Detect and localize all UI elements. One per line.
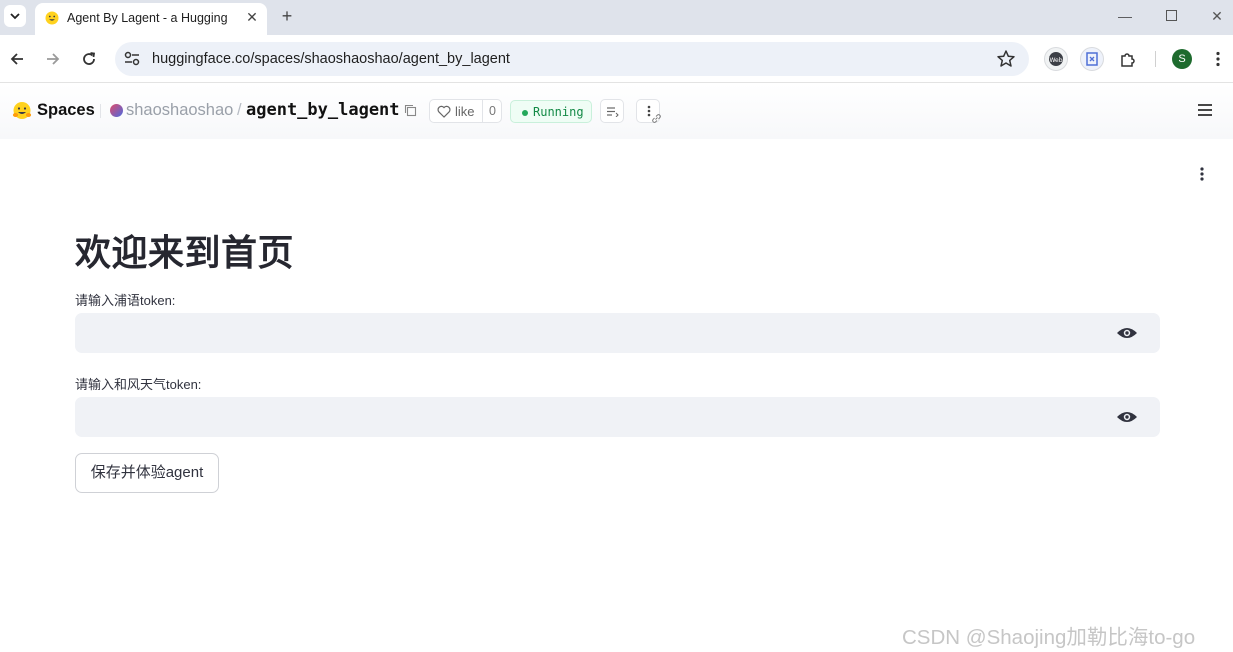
weather-token-label: 请输入和风天气token: [75,377,202,392]
status-dot [522,110,528,116]
browser-tab[interactable]: Agent By Lagent - a Hugging ✕ [35,3,267,35]
space-header: Spaces shaoshaoshao / agent_by_lagent li… [0,84,1233,139]
owner-avatar [110,104,123,117]
hamburger-menu-icon[interactable] [1197,103,1213,117]
toolbar-divider [1155,51,1156,67]
site-settings-icon[interactable] [123,50,141,68]
hugging-face-logo-icon[interactable] [12,101,32,121]
maximize-icon[interactable] [1161,6,1181,26]
close-tab-icon[interactable]: ✕ [244,9,260,25]
show-password-icon[interactable] [1116,410,1138,424]
forward-button[interactable] [43,49,63,69]
extensions-button[interactable] [1118,49,1138,69]
puzzle-icon [1121,53,1135,67]
like-button[interactable]: like 0 [429,99,502,123]
puyu-token-input[interactable] [75,313,1160,353]
copy-icon[interactable] [404,104,417,117]
minimize-icon[interactable]: — [1115,6,1135,26]
watermark-text: CSDN @Shaojing加勒比海to-go [902,626,1196,649]
tab-title: Agent By Lagent - a Hugging [67,11,228,25]
status-label: Running [533,105,584,119]
back-button[interactable] [7,49,27,69]
bookmark-star-icon[interactable] [995,48,1017,70]
save-and-try-agent-button[interactable]: 保存并体验agent [75,453,219,493]
show-password-icon[interactable] [1116,326,1138,340]
reload-button[interactable] [79,49,99,69]
url-text: huggingface.co/spaces/shaoshaoshao/agent… [152,51,510,67]
status-badge[interactable]: Running [510,100,592,123]
browser-menu-button[interactable] [1208,49,1228,69]
reload-icon [83,52,96,65]
chevron-down-icon [10,13,20,20]
header-divider [100,104,101,118]
like-count[interactable]: 0 [482,100,502,122]
arrow-left-icon [10,53,23,65]
space-options-button[interactable] [636,99,661,123]
puyu-token-label: 请输入浦语token: [75,293,176,308]
path-separator: / [237,101,242,119]
profile-avatar[interactable]: S [1172,49,1192,69]
extension-1-icon[interactable]: Web [1044,47,1068,71]
app-main-menu-icon[interactable] [1195,166,1209,182]
tab-strip: Agent By Lagent - a Hugging ✕ + — ✕ [0,0,1233,35]
close-window-icon[interactable]: ✕ [1207,6,1227,26]
arrow-right-icon [47,53,60,65]
logs-icon [607,107,619,117]
like-label: like [455,104,475,119]
browser-toolbar: huggingface.co/spaces/shaoshaoshao/agent… [0,35,1233,83]
svg-text:Web: Web [1049,57,1062,64]
link-icon [652,114,661,123]
tab-search-button[interactable] [4,5,26,27]
heart-icon [437,105,451,118]
logs-button[interactable] [600,99,624,123]
extension-2-icon[interactable] [1080,47,1104,71]
more-vertical-icon [1216,51,1220,67]
new-tab-button[interactable]: + [278,6,296,26]
hugging-face-icon [45,11,59,25]
address-bar[interactable]: huggingface.co/spaces/shaoshaoshao/agent… [115,42,1029,76]
spaces-link[interactable]: Spaces [37,101,95,120]
space-name-link[interactable]: agent_by_lagent [246,100,400,120]
weather-token-input[interactable] [75,397,1160,437]
page-title: 欢迎来到首页 [75,232,295,273]
space-owner-link[interactable]: shaoshaoshao [126,101,233,120]
